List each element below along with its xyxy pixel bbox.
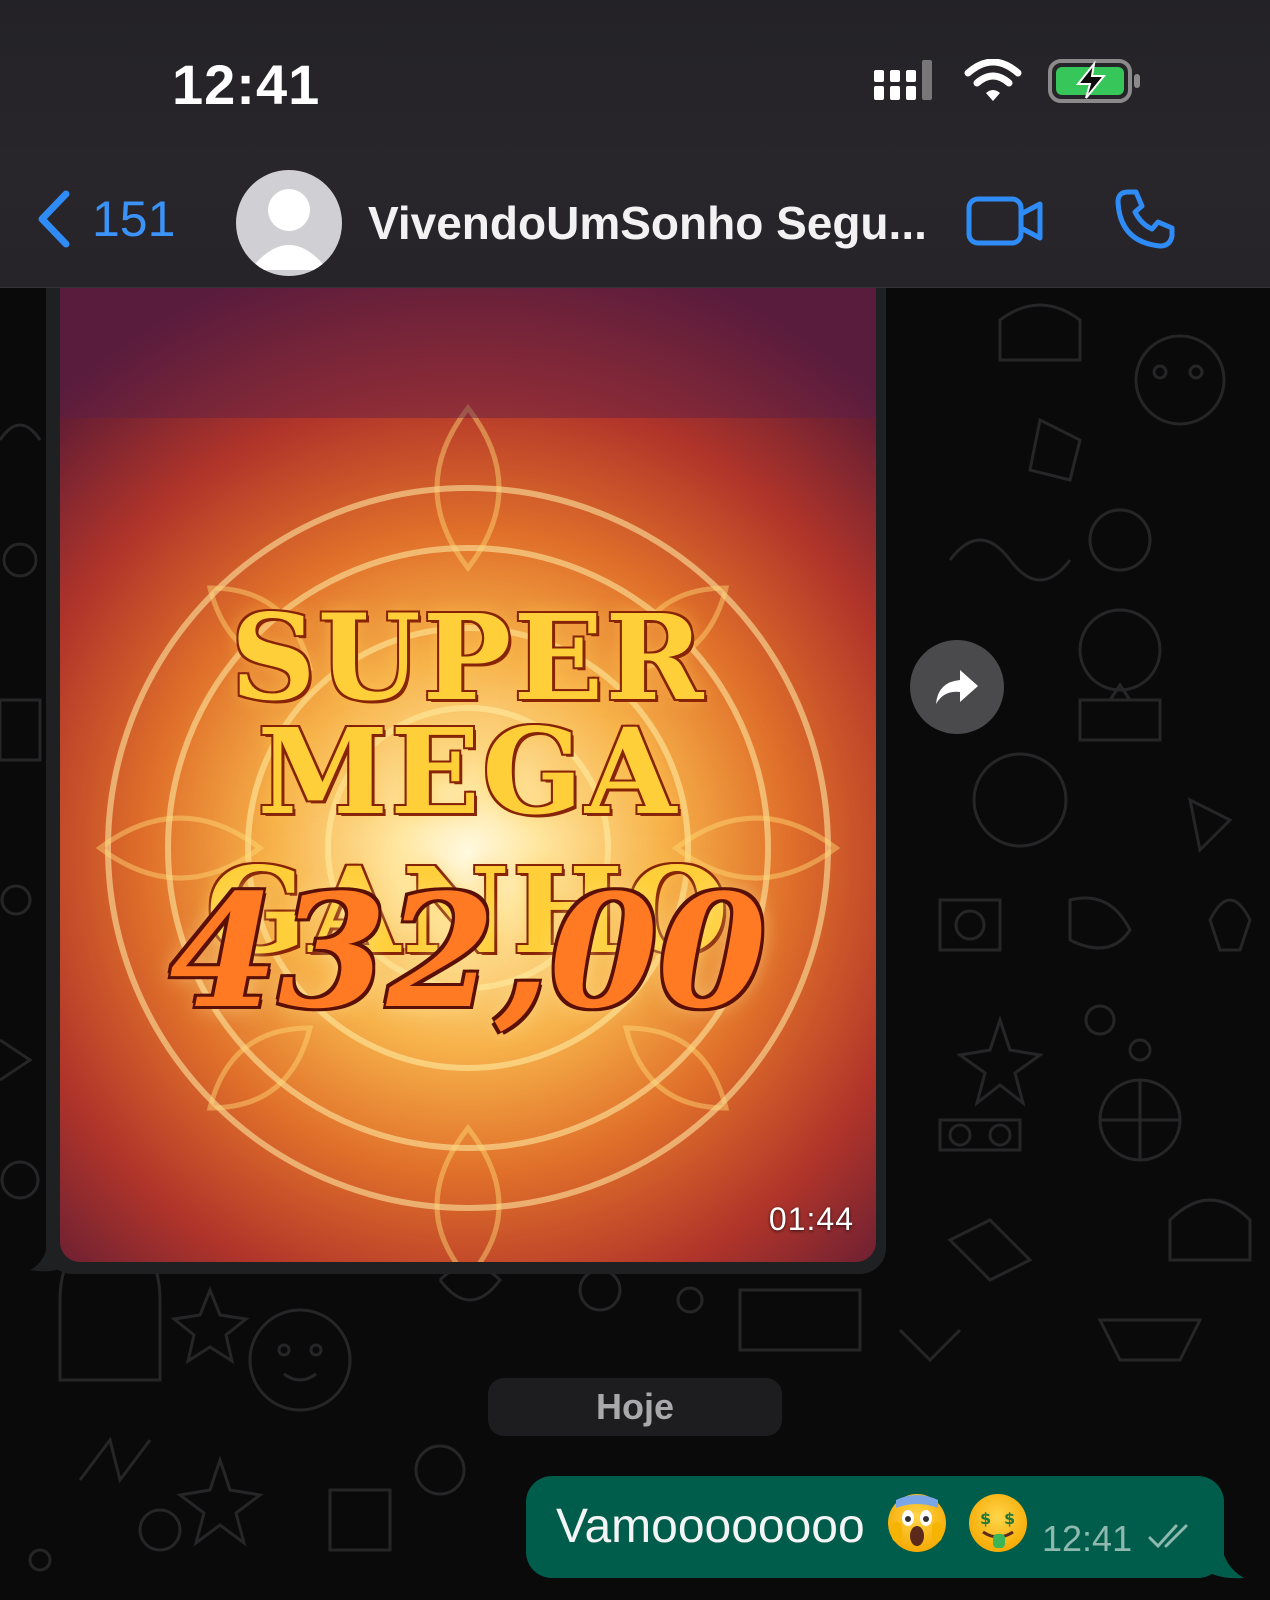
voice-call-icon <box>1115 189 1175 249</box>
voice-call-button[interactable] <box>1114 188 1176 255</box>
date-separator-label: Hoje <box>595 1386 674 1427</box>
signal-icon <box>874 60 932 100</box>
svg-text:$: $ <box>1004 1509 1015 1528</box>
forward-button[interactable] <box>910 640 1004 734</box>
contact-avatar[interactable] <box>236 170 342 276</box>
win-amount: 432,00 <box>169 860 767 1043</box>
video-call-icon <box>966 196 1043 246</box>
chevron-left-icon <box>38 190 70 248</box>
forward-arrow-icon <box>936 670 978 704</box>
face-screaming-icon <box>888 1494 947 1552</box>
chat-header: 151 VivendoUmSonho Segu... <box>0 160 1270 280</box>
top-bar: 12:41 151 VivendoUmSonho Segu... <box>0 0 1270 288</box>
svg-text:$: $ <box>980 1509 991 1528</box>
default-avatar-icon <box>250 189 328 270</box>
status-time: 12:41 <box>172 53 321 116</box>
money-mouth-face-icon: $ $ <box>969 1494 1028 1552</box>
battery-charging-icon <box>1048 59 1140 103</box>
video-duration: 01:44 <box>768 1201 854 1237</box>
message-text: Vamoooooooo <box>556 1500 865 1553</box>
status-icons <box>874 58 1142 104</box>
video-call-button[interactable] <box>966 196 1044 251</box>
video-thumbnail[interactable]: SUPER MEGA GANHO 432,00 01:44 <box>60 288 876 1262</box>
outgoing-message-text: Vamoooooooo $ $ <box>556 1494 1028 1554</box>
unread-count: 151 <box>92 191 176 247</box>
wifi-icon <box>964 59 1022 101</box>
date-separator: Hoje <box>488 1378 782 1436</box>
back-button[interactable]: 151 <box>36 190 175 248</box>
outgoing-bubble-tail <box>1200 1536 1244 1579</box>
double-check-icon <box>1148 1524 1188 1549</box>
contact-name[interactable]: VivendoUmSonho Segu... <box>368 196 927 250</box>
message-time: 12:41 <box>1042 1518 1133 1559</box>
